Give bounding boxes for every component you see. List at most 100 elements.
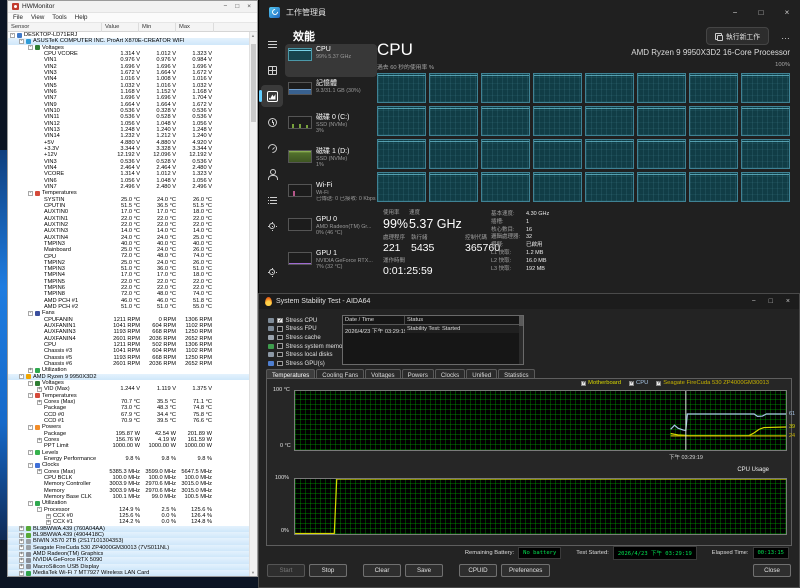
minimize-icon[interactable]: − [722,0,748,24]
expand-toggle-icon[interactable]: + [19,526,24,531]
expand-toggle-icon[interactable]: - [28,463,33,468]
expand-toggle-icon[interactable]: - [28,393,33,398]
stress-checkbox[interactable] [277,326,283,332]
expand-toggle-icon[interactable]: + [19,539,24,544]
menu-file[interactable]: File [13,14,23,21]
log-column-datetime[interactable]: Date / Time [343,316,405,324]
sidebar-item-gpu0[interactable]: GPU 0AMD Radeon(TM) Gr...0% (46 °C) [285,214,377,247]
tree-node-row[interactable]: +MediaTek Wi-Fi 7 MT7927 Wireless LAN Ca… [8,570,249,576]
taskmgr-titlebar[interactable]: 工作管理員 − □ × [259,0,800,24]
legend-checkbox-icon[interactable] [656,381,661,386]
column-value[interactable]: Value [102,23,139,32]
stress-option[interactable]: Stress system memory [268,342,347,351]
legend-item[interactable]: CPU [629,380,648,386]
maximize-icon[interactable]: □ [769,298,773,305]
rail-details-button[interactable] [261,189,283,211]
series-end-value: 24 [789,433,795,439]
expand-toggle-icon[interactable]: - [37,507,42,512]
maximize-icon[interactable]: □ [748,0,774,24]
stress-checkbox[interactable] [277,335,283,341]
start-button[interactable]: Start [267,564,305,577]
expand-toggle-icon[interactable]: + [19,558,24,563]
save-button[interactable]: Save [405,564,443,577]
rail-history-button[interactable] [261,111,283,133]
clear-button[interactable]: Clear [363,564,401,577]
cpu-core-graph-cell [429,73,478,103]
close-icon[interactable]: × [786,298,790,305]
hwmonitor-scrollbar[interactable] [249,32,257,576]
legend-checkbox-icon[interactable] [629,381,634,386]
rail-settings-button[interactable] [261,261,283,283]
expand-toggle-icon[interactable]: - [19,374,24,379]
stress-checkbox[interactable] [277,361,283,367]
rail-startup-button[interactable] [261,137,283,159]
stress-checkbox[interactable] [277,343,283,349]
menu-help[interactable]: Help [75,14,88,21]
rail-menu-button[interactable] [261,33,283,55]
expand-toggle-icon[interactable]: + [28,368,33,373]
close-icon[interactable]: × [774,0,800,24]
expand-toggle-icon[interactable]: - [28,450,33,455]
expand-toggle-icon[interactable]: + [19,533,24,538]
sidebar-item-memory[interactable]: 記憶體9.3/31.1 GB (30%) [285,78,377,111]
legend-item[interactable]: Seagate FireCuda 530 ZP4000GM30013 [656,380,769,386]
hwmonitor-titlebar[interactable]: HWMonitor − □ × [8,1,257,13]
aida64-titlebar[interactable]: System Stability Test - AIDA64 − □ × [259,294,799,309]
sidebar-item-disk1[interactable]: 磁碟 1 (D:)SSD (NVMe)1% [285,146,377,179]
sidebar-item-disk0[interactable]: 磁碟 0 (C:)SSD (NVMe)3% [285,112,377,145]
cpuid-button[interactable]: CPUID [459,564,497,577]
stress-option[interactable]: Stress FPU [268,325,347,334]
maximize-icon[interactable]: □ [235,3,239,10]
sidebar-item-wifi[interactable]: Wi-FiWi-Fi已傳送: 0 已接收: 0 Kbps [285,180,377,213]
expand-toggle-icon[interactable]: + [19,571,24,576]
stress-option[interactable]: Stress GPU(s) [268,359,347,368]
log-column-status[interactable]: Status [405,316,523,324]
column-max[interactable]: Max [176,23,214,32]
scrollbar-thumb[interactable] [251,44,256,122]
rail-services-button[interactable] [261,215,283,237]
legend-item[interactable]: Motherboard [581,380,621,386]
log-scrollbar[interactable] [519,316,523,364]
stress-checkbox[interactable] [277,352,283,358]
log-row[interactable]: 2026/4/23 下午 03:29:19Stability Test: Sta… [343,325,523,333]
expand-toggle-icon[interactable]: + [37,438,42,443]
sidebar-item-cpu[interactable]: CPU99% 5.37 GHz [285,44,377,77]
menu-tools[interactable]: Tools [52,14,66,21]
close-icon[interactable]: × [247,3,251,10]
expand-toggle-icon[interactable]: - [19,39,24,44]
sidebar-item-text: GPU 0AMD Radeon(TM) Gr...0% (46 °C) [316,216,371,245]
expand-toggle-icon[interactable]: + [19,552,24,557]
stress-checkbox[interactable] [277,318,283,324]
rail-users-button[interactable] [261,163,283,185]
expand-toggle-icon[interactable]: + [37,469,42,474]
hwmonitor-window-controls: − □ × [223,3,253,10]
expand-toggle-icon[interactable]: - [28,311,33,316]
stress-option[interactable]: Stress local disks [268,350,347,359]
expand-toggle-icon[interactable]: + [37,387,42,392]
expand-toggle-icon[interactable]: - [28,45,33,50]
close-button[interactable]: Close [753,564,791,577]
stress-option[interactable]: Stress CPU [268,316,347,325]
expand-toggle-icon[interactable]: + [19,564,24,569]
expand-toggle-icon[interactable]: + [19,545,24,550]
expand-toggle-icon[interactable]: - [10,33,15,38]
rail-performance-button[interactable] [261,85,283,107]
legend-checkbox-icon[interactable] [581,381,586,386]
minimize-icon[interactable]: − [752,298,756,305]
minimize-icon[interactable]: − [223,3,227,10]
stop-button[interactable]: Stop [309,564,347,577]
column-sensor[interactable]: Sensor [8,23,102,32]
expand-toggle-icon[interactable]: + [37,400,42,405]
column-min[interactable]: Min [139,23,176,32]
expand-toggle-icon[interactable]: - [28,501,33,506]
expand-toggle-icon[interactable]: - [28,191,33,196]
expand-toggle-icon[interactable]: + [46,514,51,519]
expand-toggle-icon[interactable]: - [28,381,33,386]
preferences-button[interactable]: Preferences [501,564,550,577]
menu-view[interactable]: View [31,14,44,21]
expand-toggle-icon[interactable]: - [28,425,33,430]
expand-toggle-icon[interactable]: + [46,520,51,525]
sidebar-item-gpu1[interactable]: GPU 1NVIDIA GeForce RTX...7% (32 °C) [285,248,377,281]
stress-option[interactable]: Stress cache [268,333,347,342]
rail-processes-button[interactable] [261,59,283,81]
